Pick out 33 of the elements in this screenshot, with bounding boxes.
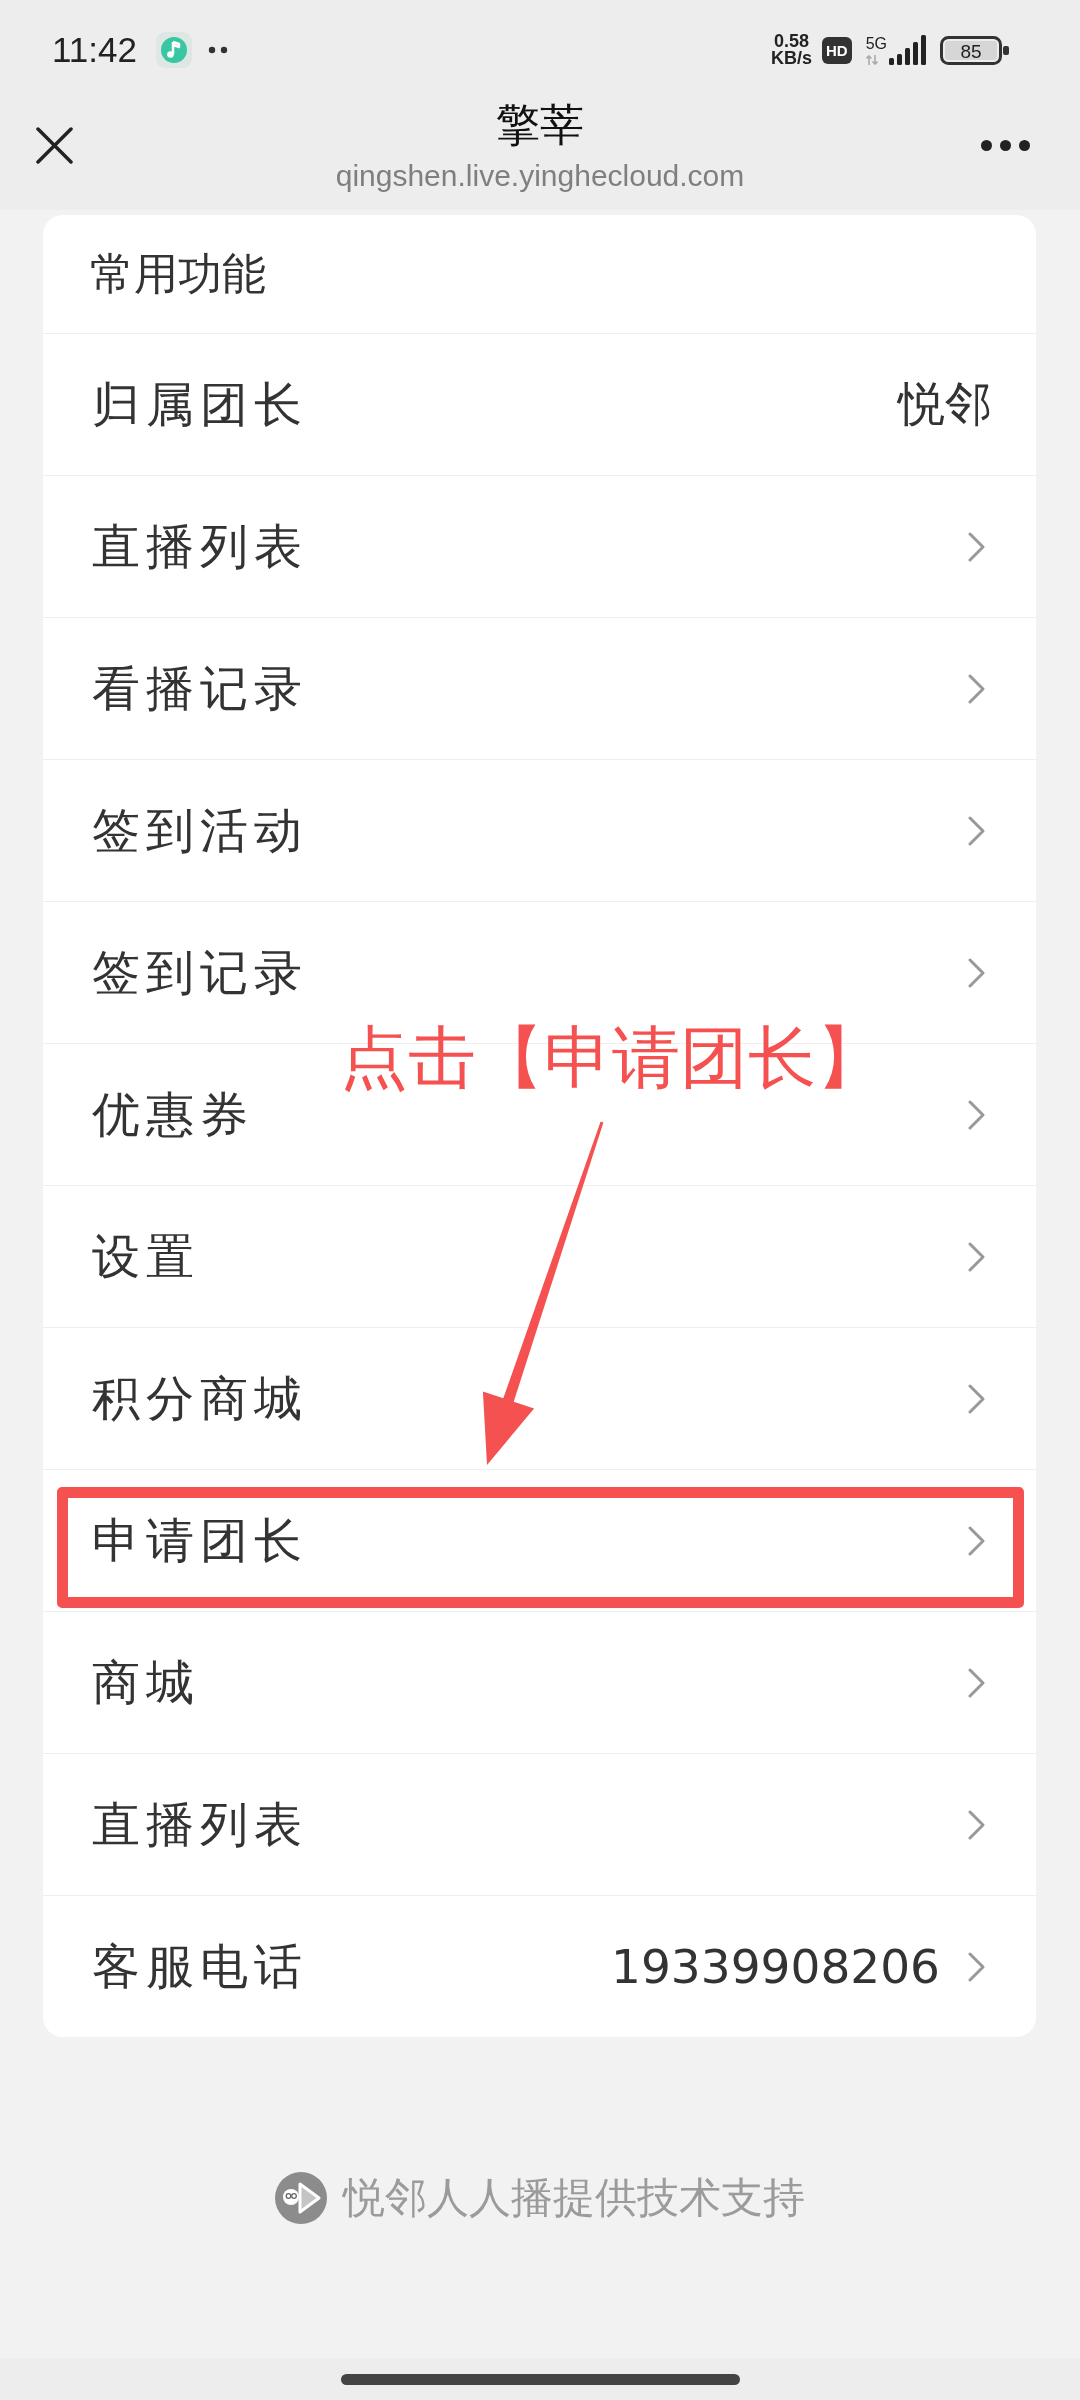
hd-badge: HD <box>822 36 852 64</box>
page-title: 擎莘 <box>496 100 584 150</box>
page-url: qingshen.live.yinghecloud.com <box>335 158 745 194</box>
menu-item-label[interactable]: 签到活动 <box>92 798 308 863</box>
menu-item-label[interactable]: 商城 <box>92 1650 200 1715</box>
music-app-icon <box>156 32 192 68</box>
status-time: 11:42 <box>52 30 137 70</box>
menu-item-label[interactable]: 客服电话 <box>92 1934 308 1999</box>
data-arrows-icon <box>865 55 878 65</box>
network-type-label: 5G <box>865 35 887 52</box>
menu-item-label[interactable]: 看播记录 <box>92 656 308 721</box>
menu-item-label[interactable]: 签到记录 <box>92 940 308 1005</box>
signal-icon <box>889 35 926 65</box>
home-indicator-handle[interactable] <box>340 2373 740 2385</box>
menu-item-label[interactable]: 优惠券 <box>92 1082 254 1147</box>
menu-item-label[interactable]: 积分商城 <box>92 1366 308 1431</box>
more-icon[interactable] <box>981 140 1030 151</box>
footer-credit: 悦邻人人播提供技术支持 <box>343 2172 805 2224</box>
menu-item-label[interactable]: 申请团长 <box>92 1508 308 1573</box>
notification-dots-icon <box>208 46 228 54</box>
menu-item-value: 悦邻 <box>898 375 992 433</box>
section-title: 常用功能 <box>90 246 266 301</box>
play-logo-icon <box>275 2172 327 2224</box>
close-icon[interactable] <box>36 127 73 164</box>
network-speed-value: 0.58 <box>773 33 809 50</box>
menu-item-value: 19339908206 <box>611 1939 940 1994</box>
menu-item-label[interactable]: 归属团长 <box>92 372 308 437</box>
menu-item-label[interactable]: 直播列表 <box>92 1792 308 1857</box>
battery-indicator: 85 <box>940 35 1009 65</box>
annotation-text: 点击【申请团长】 <box>340 1020 884 1096</box>
menu-item-label[interactable]: 设置 <box>92 1224 200 1289</box>
network-speed-unit: KB/s <box>770 50 812 67</box>
menu-item-label[interactable]: 直播列表 <box>92 514 308 579</box>
